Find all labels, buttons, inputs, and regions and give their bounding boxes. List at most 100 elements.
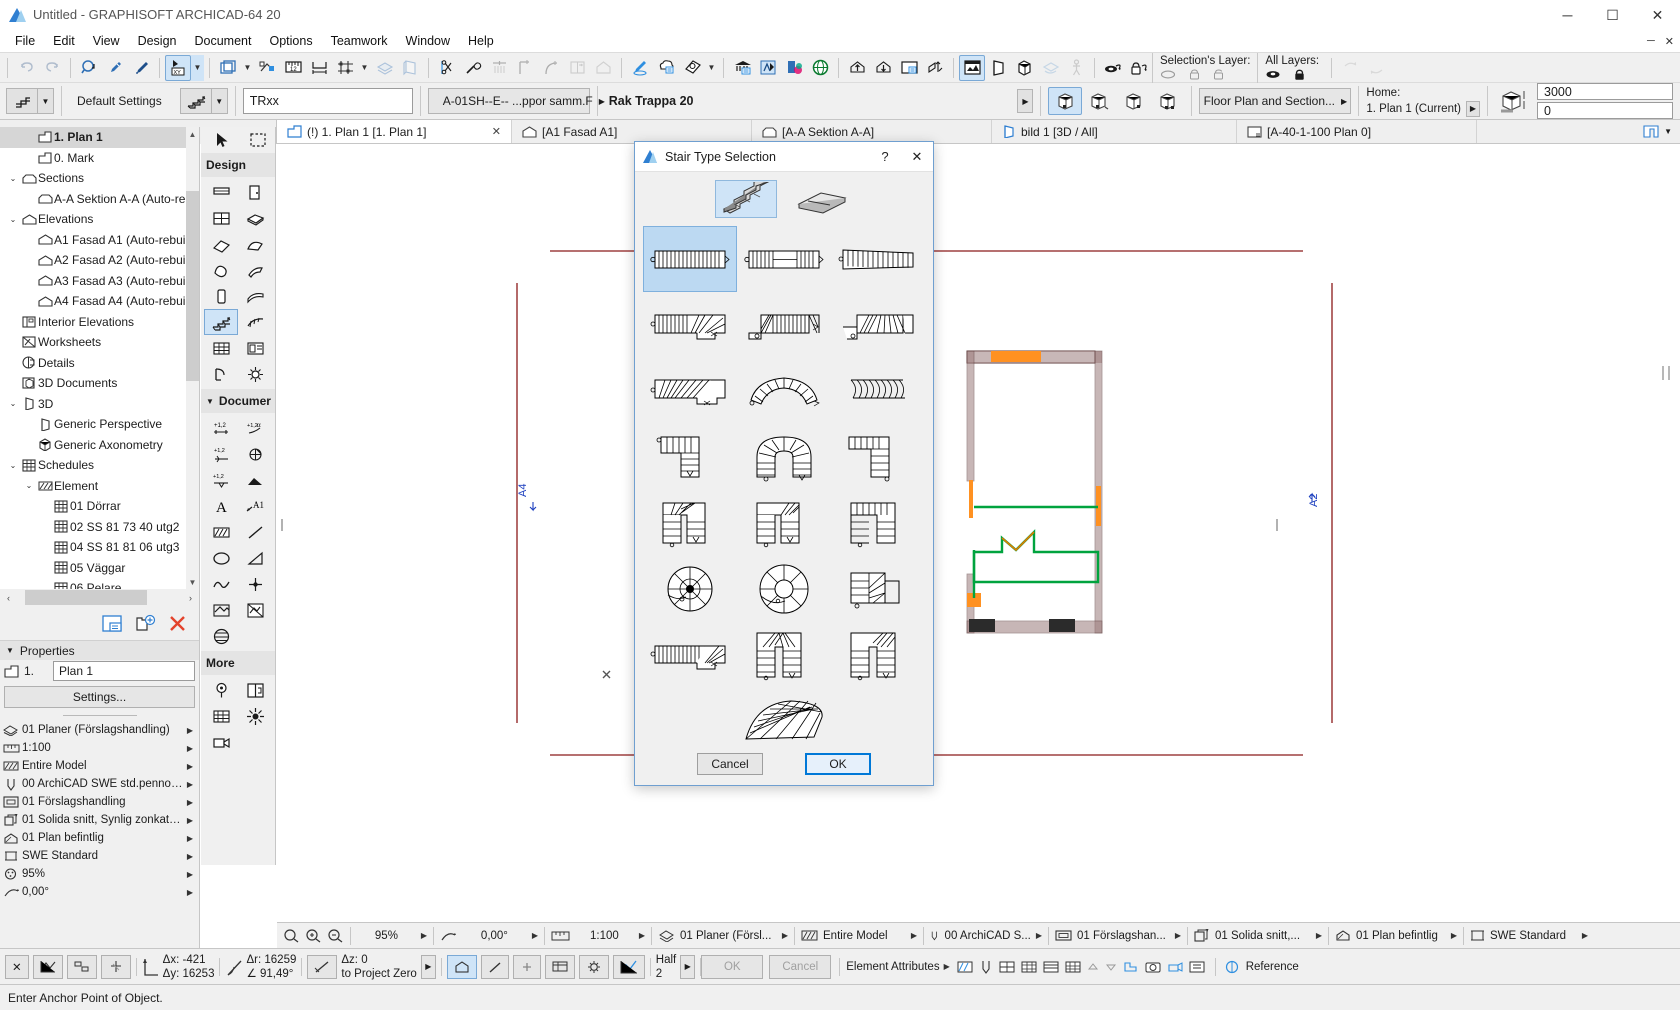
menu-options[interactable]: Options — [260, 32, 321, 50]
navigator-tree[interactable]: 1. Plan 1 0. Mark ⌄ Sections A-A Sektion A-A… — [0, 127, 199, 589]
toolbox-section-more[interactable]: More — [201, 651, 275, 675]
grid-display-icon[interactable] — [215, 55, 241, 81]
3d-axonometry-icon[interactable] — [1011, 55, 1037, 81]
menu-view[interactable]: View — [84, 32, 129, 50]
hscroll-right-icon[interactable]: › — [182, 593, 199, 603]
geometry-method-alt-icon[interactable] — [1150, 87, 1184, 115]
measure-tool-icon[interactable]: 12 — [280, 55, 306, 81]
drawing-tool-icon[interactable] — [238, 597, 272, 623]
zoom-fit-icon[interactable] — [283, 928, 300, 943]
structure-display-arrow-icon[interactable]: ▶ — [911, 931, 917, 940]
property-attribute-row[interactable]: 0,00° ▶ — [0, 883, 199, 901]
stair-type-l-shaped-landing-variant[interactable] — [831, 424, 925, 490]
expander-icon[interactable]: ⌄ — [6, 399, 20, 408]
hscroll-left-icon[interactable]: ‹ — [0, 593, 17, 603]
expander-icon[interactable]: ⌄ — [6, 215, 20, 224]
dialog-help-button[interactable]: ? — [869, 142, 901, 172]
beam-tool-icon[interactable] — [238, 283, 272, 309]
camera-tool-icon[interactable] — [204, 729, 238, 755]
tracker-half-arrow-button[interactable]: ▶ — [680, 954, 696, 979]
3d-perspective-icon[interactable] — [985, 55, 1011, 81]
property-attribute-row[interactable]: 95% ▶ — [0, 865, 199, 883]
layers-icon[interactable] — [371, 55, 397, 81]
navigator-item[interactable]: 3D Documents — [0, 373, 199, 394]
wall-display-icon[interactable] — [397, 55, 423, 81]
navigator-item[interactable]: 0. Mark — [0, 148, 199, 169]
intersect-icon[interactable] — [512, 55, 538, 81]
stair-type-straight-run-angled-end[interactable] — [831, 226, 925, 292]
navigator-item[interactable]: 01 Dörrar — [0, 496, 199, 517]
undo-icon[interactable] — [13, 55, 39, 81]
mdi-minimize-button[interactable]: ─ — [1647, 35, 1655, 48]
properties-header[interactable]: ▼ Properties — [0, 640, 199, 660]
coordinate-dropdown-icon[interactable]: ▼ — [191, 54, 204, 81]
stair-type-straight-run-stair[interactable] — [643, 226, 737, 292]
layer-combination-arrow-icon[interactable]: ▶ — [782, 931, 788, 940]
menu-edit[interactable]: Edit — [44, 32, 84, 50]
zoom-level-arrow-icon[interactable]: ▶ — [421, 931, 427, 940]
geometry-method-diag-icon[interactable] — [1116, 87, 1150, 115]
settings-button[interactable]: Settings... — [4, 686, 195, 708]
stair-type-l-shaped-winder-compact[interactable] — [831, 556, 925, 622]
tab-layout-a40[interactable]: [A-40-1-100 Plan 0] — [1237, 120, 1477, 143]
stair-type-straight-run-winder-right[interactable] — [643, 292, 737, 358]
navigator-item[interactable]: Generic Axonometry — [0, 435, 199, 456]
figure-tool-icon[interactable] — [204, 597, 238, 623]
element-settings-dropdown-icon[interactable]: ▼ — [38, 88, 54, 114]
property-attribute-arrow-icon[interactable]: ▶ — [184, 726, 196, 735]
object-tool-icon[interactable] — [204, 361, 238, 387]
menu-design[interactable]: Design — [129, 32, 186, 50]
tab-bild-1-3d[interactable]: bild 1 [3D / All] — [992, 120, 1237, 143]
navigator-item[interactable]: Details — [0, 353, 199, 374]
stair-type-u-shaped-winder-left[interactable] — [643, 490, 737, 556]
navigator-item[interactable]: 05 Väggar — [0, 558, 199, 579]
toolbox-section-document[interactable]: ▼ Documer — [201, 389, 275, 413]
stair-type-straight-run-winder-end[interactable] — [643, 622, 737, 688]
tracker-settings-button[interactable] — [578, 954, 609, 979]
element-attributes-arrow-icon[interactable]: ▶ — [944, 962, 950, 971]
navigator-item[interactable]: Interior Elevations — [0, 312, 199, 333]
hatch-tool-icon[interactable] — [204, 623, 238, 649]
navigator-item[interactable]: ⌄ 3D — [0, 394, 199, 415]
property-attribute-arrow-icon[interactable]: ▶ — [184, 816, 196, 825]
navigator-item[interactable]: 04 SS 81 81 06 utg3 — [0, 537, 199, 558]
stair-tool-dropdown-icon[interactable]: ▼ — [211, 88, 228, 114]
tab-overflow-icon[interactable]: ▼ — [1664, 127, 1672, 136]
tab-plan-1[interactable]: (!) 1. Plan 1 [1. Plan 1] ✕ — [277, 120, 512, 143]
property-attribute-row[interactable]: 1:100 ▶ — [0, 739, 199, 757]
property-attribute-arrow-icon[interactable]: ▶ — [184, 744, 196, 753]
document-collapse-icon[interactable]: ▼ — [206, 397, 214, 406]
stair-tool-icon[interactable] — [204, 309, 238, 335]
geometry-method-box-icon[interactable] — [1048, 87, 1083, 115]
zone-tool-icon[interactable] — [238, 335, 272, 361]
layer-combination-cell[interactable]: 01 Planer (Försl... ▶ — [652, 923, 794, 949]
coordinate-xy-icon[interactable]: XY — [165, 54, 191, 81]
navigator-item[interactable]: Worksheets — [0, 332, 199, 353]
properties-collapse-icon[interactable]: ▼ — [6, 646, 14, 655]
arc-tool-icon[interactable] — [238, 545, 272, 571]
element-id-input[interactable]: TRxx — [242, 88, 413, 114]
teamwork-send-icon[interactable] — [1337, 55, 1363, 81]
navigator-hscrollbar[interactable]: ‹ › — [0, 589, 199, 606]
zoom-in-icon[interactable] — [305, 928, 322, 943]
tracker-guide-button[interactable] — [100, 954, 131, 979]
stair-type-u-shaped-landing[interactable] — [831, 490, 925, 556]
pen-set-cell[interactable]: 00 ArchiCAD S... ▶ — [924, 923, 1048, 949]
door-tool-icon[interactable] — [238, 179, 272, 205]
curtain-wall-tool-icon[interactable] — [238, 257, 272, 283]
circle-tool-icon[interactable] — [204, 545, 238, 571]
stair-type-straight-run-with-landing[interactable] — [737, 226, 831, 292]
worksheet-marker-icon[interactable] — [204, 703, 238, 729]
dimension-snap-icon[interactable] — [306, 55, 332, 81]
stair-type-u-shaped-curved-landing[interactable] — [737, 424, 831, 490]
layer-visibility-icon[interactable] — [1100, 55, 1126, 81]
tracker-grid-button[interactable] — [32, 954, 63, 979]
new-view-icon[interactable] — [135, 614, 156, 633]
redo-icon[interactable] — [39, 55, 65, 81]
zone-attribute-icon[interactable] — [1188, 959, 1207, 975]
navigator-item[interactable]: A4 Fasad A4 (Auto-rebuild — [0, 291, 199, 312]
navigator-item[interactable]: ⌄ Element — [0, 476, 199, 497]
archicad-selection-icon[interactable] — [755, 55, 781, 81]
radial-dimension-icon[interactable]: +1,2 — [204, 441, 238, 467]
offset-icon[interactable] — [564, 55, 590, 81]
